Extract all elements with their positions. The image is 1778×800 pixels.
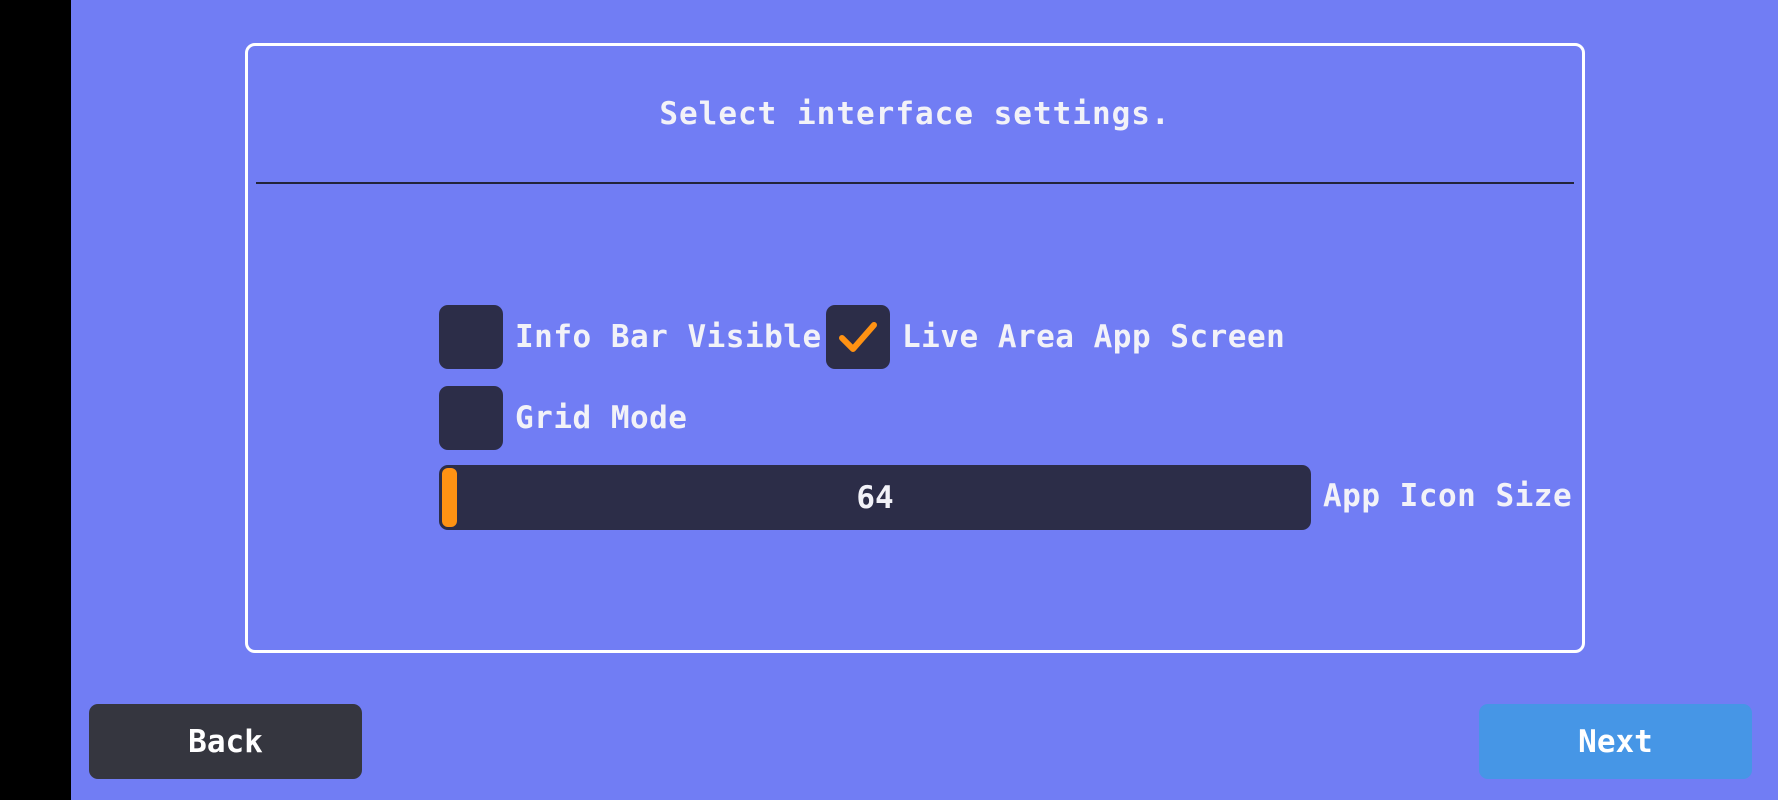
dialog-title: Select interface settings. bbox=[659, 96, 1171, 132]
app-icon-size-label: App Icon Size bbox=[1323, 478, 1573, 514]
app-icon-size-slider[interactable]: 64 bbox=[439, 465, 1311, 530]
setup-screen: Select interface settings. Info Bar Visi… bbox=[71, 0, 1778, 800]
live-area-app-screen-option[interactable]: Live Area App Screen bbox=[826, 305, 1285, 369]
grid-mode-checkbox[interactable] bbox=[439, 386, 503, 450]
live-area-app-screen-checkbox[interactable] bbox=[826, 305, 890, 369]
slider-value: 64 bbox=[856, 479, 894, 516]
info-bar-visible-checkbox[interactable] bbox=[439, 305, 503, 369]
info-bar-visible-option[interactable]: Info Bar Visible bbox=[439, 305, 822, 369]
grid-mode-option[interactable]: Grid Mode bbox=[439, 386, 687, 450]
back-button[interactable]: Back bbox=[89, 704, 362, 779]
title-divider bbox=[256, 182, 1574, 184]
live-area-app-screen-label: Live Area App Screen bbox=[902, 319, 1286, 355]
next-button[interactable]: Next bbox=[1479, 704, 1752, 779]
info-bar-visible-label: Info Bar Visible bbox=[515, 319, 822, 355]
settings-dialog: Select interface settings. Info Bar Visi… bbox=[245, 43, 1585, 653]
left-black-bar bbox=[0, 0, 71, 800]
checkmark-icon bbox=[839, 322, 877, 352]
grid-mode-label: Grid Mode bbox=[515, 400, 688, 436]
